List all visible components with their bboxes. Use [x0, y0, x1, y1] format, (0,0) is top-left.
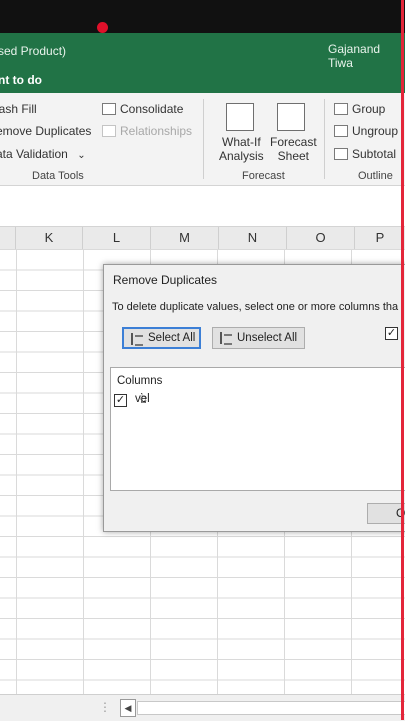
column-header[interactable]: L [83, 227, 151, 249]
relationships-icon [102, 125, 116, 137]
select-all-button[interactable]: Select All [122, 327, 201, 349]
formula-bar[interactable] [0, 186, 405, 227]
ribbon-separator [203, 99, 204, 179]
subtotal-icon [334, 148, 348, 160]
column-header[interactable]: P [355, 227, 405, 249]
column-header[interactable]: M [151, 227, 219, 249]
remove-duplicates-dialog: Remove Duplicates To delete duplicate va… [103, 264, 405, 532]
columns-label: Columns [117, 375, 163, 387]
user-name[interactable]: Gajanand Tiwa [328, 42, 405, 70]
columns-list: Columns ✓ vel 👆︎ [110, 367, 405, 491]
mouse-cursor-icon: 👆︎ [140, 390, 147, 407]
consolidate-icon [102, 103, 116, 115]
ribbon-separator [324, 99, 325, 179]
relationships-button: Relationships [102, 124, 192, 138]
group-button[interactable]: Group [334, 102, 385, 116]
subtotal-button[interactable]: Subtotal [334, 147, 396, 161]
chevron-down-icon: ⌄ [77, 150, 86, 161]
data-tools-group-label: Data Tools [32, 170, 84, 182]
column-item-checkbox[interactable]: ✓ [114, 394, 127, 407]
column-header[interactable]: N [219, 227, 287, 249]
what-if-analysis-button[interactable]: What-If Analysis [219, 135, 264, 163]
ungroup-button[interactable]: Ungroup [334, 124, 398, 138]
forecast-sheet-icon [277, 103, 305, 131]
horizontal-scrollbar[interactable] [137, 701, 405, 715]
scroll-left-button[interactable]: ◀ [120, 699, 136, 717]
flash-fill-button[interactable]: lash Fill [0, 102, 37, 116]
my-data-has-headers-checkbox[interactable]: ✓ [385, 327, 398, 340]
consolidate-button[interactable]: Consolidate [102, 102, 183, 116]
status-bar: ⋮ ◀ [0, 694, 405, 721]
data-validation-button[interactable]: ata Validation ⌄ [0, 147, 86, 161]
video-top-bar [0, 0, 405, 33]
column-header[interactable]: O [287, 227, 355, 249]
tell-me-text[interactable]: nt to do [0, 73, 42, 87]
ok-button[interactable]: OK [367, 503, 405, 524]
record-indicator [97, 22, 108, 33]
group-icon [334, 103, 348, 115]
tell-me-bar[interactable]: nt to do [0, 69, 405, 93]
column-header[interactable]: K [16, 227, 83, 249]
document-title: sed Product) [0, 44, 67, 58]
title-bar: sed Product) Gajanand Tiwa [0, 33, 405, 70]
ribbon: lash Fill emove Duplicates ata Validatio… [0, 93, 405, 186]
forecast-group-label: Forecast [242, 170, 285, 182]
dialog-title: Remove Duplicates [113, 273, 218, 287]
unselect-all-icon [220, 332, 234, 345]
remove-duplicates-button[interactable]: emove Duplicates [0, 124, 91, 138]
ungroup-icon [334, 125, 348, 137]
column-header-partial[interactable] [0, 227, 16, 249]
outline-group-label: Outline [358, 170, 393, 182]
sheet-tab-splitter[interactable]: ⋮ [99, 700, 111, 714]
dialog-instruction: To delete duplicate values, select one o… [112, 301, 399, 313]
video-border [401, 0, 404, 720]
select-all-icon [131, 333, 145, 346]
what-if-analysis-icon [226, 103, 254, 131]
column-headers: K L M N O P [0, 227, 405, 250]
forecast-sheet-button[interactable]: Forecast Sheet [270, 135, 317, 163]
unselect-all-button[interactable]: Unselect All [212, 327, 305, 349]
